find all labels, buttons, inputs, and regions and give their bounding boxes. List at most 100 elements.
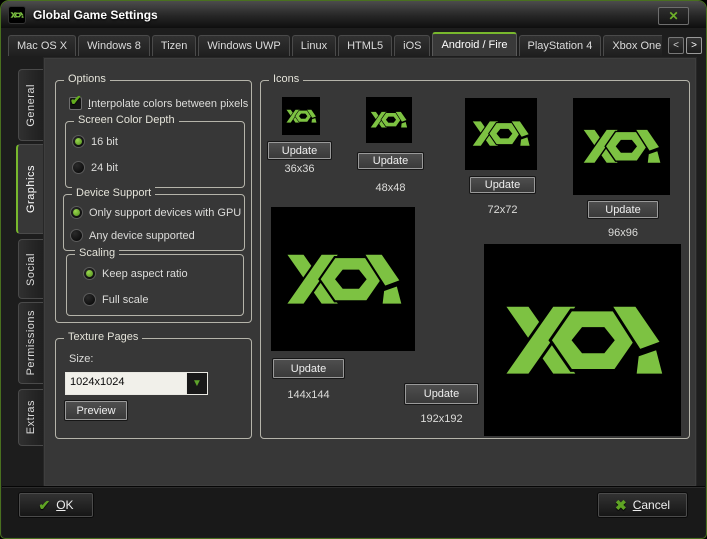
- radio-gpu-only-label: Only support devices with GPU: [89, 207, 241, 219]
- sidetab-permissions[interactable]: Permissions: [18, 302, 43, 384]
- interpolate-colors-checkbox[interactable]: ✔: [69, 97, 82, 110]
- scaling-group: Scaling Keep aspect ratio Full scale: [66, 254, 244, 316]
- window-title: Global Game Settings: [33, 8, 158, 22]
- radio-any-device-circle[interactable]: [70, 229, 83, 242]
- icon-preview-72-gamemaker-logo-icon: [465, 98, 537, 170]
- radio-16-bit[interactable]: 16 bit: [72, 135, 118, 148]
- tab-mac-os-x[interactable]: Mac OS X: [8, 35, 76, 56]
- cancel-button[interactable]: ✖ Cancel: [598, 493, 687, 517]
- tab-playstation-4[interactable]: PlayStation 4: [519, 35, 602, 56]
- texture-pages-title: Texture Pages: [64, 331, 142, 343]
- update-144-button[interactable]: Update: [273, 359, 344, 378]
- texture-size-dropdown[interactable]: 1024x1024 ▼: [65, 372, 208, 395]
- radio-full-scale-circle[interactable]: [83, 293, 96, 306]
- size-96-label: 96x96: [588, 227, 658, 239]
- close-icon: ✕: [668, 10, 678, 22]
- size-192-label: 192x192: [405, 413, 478, 425]
- graphics-settings-panel: Options ✔ Interpolate colors between pix…: [43, 57, 697, 487]
- icon-preview-48-gamemaker-logo-icon: [366, 97, 412, 143]
- chevron-down-icon: ▼: [192, 378, 202, 389]
- sidetab-general-label: General: [25, 84, 37, 127]
- icons-group: Icons Update 36x36 Update 48x48 Upda: [260, 80, 690, 439]
- cancel-button-label: Cancel: [633, 498, 670, 512]
- check-icon: ✔: [70, 92, 82, 109]
- side-tab-bar: General Graphics Social Permissions Extr…: [1, 57, 43, 486]
- tab-scroll-left-button[interactable]: <: [668, 37, 684, 54]
- radio-16-bit-circle[interactable]: [72, 135, 85, 148]
- sidetab-graphics-label: Graphics: [25, 165, 37, 213]
- sidetab-permissions-label: Permissions: [25, 310, 37, 375]
- size-72-label: 72x72: [470, 204, 535, 216]
- sidetab-general[interactable]: General: [18, 69, 43, 141]
- sidetab-social-label: Social: [25, 253, 37, 286]
- icon-preview-192-gamemaker-logo-icon: [484, 244, 681, 436]
- tab-linux[interactable]: Linux: [292, 35, 336, 56]
- tab-html5[interactable]: HTML5: [338, 35, 392, 56]
- tab-android-fire[interactable]: Android / Fire: [432, 32, 516, 56]
- radio-keep-aspect-circle[interactable]: [83, 267, 96, 280]
- tab-windows-8[interactable]: Windows 8: [78, 35, 150, 56]
- icon-preview-144-gamemaker-logo-icon: [271, 207, 415, 351]
- radio-24-bit-label: 24 bit: [91, 162, 118, 174]
- chevron-left-icon: <: [673, 40, 679, 51]
- update-144-label: Update: [291, 363, 326, 375]
- sidetab-social[interactable]: Social: [18, 239, 43, 299]
- preview-button[interactable]: Preview: [65, 401, 127, 420]
- platform-tab-bar: Mac OS X Windows 8 Tizen Windows UWP Lin…: [8, 32, 662, 56]
- icon-preview-36-gamemaker-logo-icon: [282, 97, 320, 135]
- radio-full-scale-label: Full scale: [102, 294, 148, 306]
- footer-bar: ✔ OK ✖ Cancel: [2, 486, 705, 537]
- device-support-title: Device Support: [72, 187, 155, 199]
- tab-xbox-one[interactable]: Xbox One: [603, 35, 662, 56]
- update-72-button[interactable]: Update: [470, 177, 535, 193]
- tab-windows-uwp[interactable]: Windows UWP: [198, 35, 289, 56]
- update-36-button[interactable]: Update: [268, 142, 331, 159]
- radio-any-device[interactable]: Any device supported: [70, 229, 195, 242]
- radio-full-scale[interactable]: Full scale: [83, 293, 148, 306]
- update-36-label: Update: [282, 145, 317, 157]
- ok-button[interactable]: ✔ OK: [19, 493, 93, 517]
- radio-16-bit-label: 16 bit: [91, 136, 118, 148]
- check-icon: ✔: [38, 497, 50, 514]
- radio-keep-aspect[interactable]: Keep aspect ratio: [83, 267, 188, 280]
- sidetab-extras[interactable]: Extras: [18, 389, 43, 446]
- update-192-label: Update: [424, 388, 459, 400]
- radio-24-bit[interactable]: 24 bit: [72, 161, 118, 174]
- tab-ios[interactable]: iOS: [394, 35, 430, 56]
- radio-24-bit-circle[interactable]: [72, 161, 85, 174]
- interpolate-colors-label: Interpolate colors between pixels: [88, 98, 248, 110]
- update-48-label: Update: [373, 155, 408, 167]
- global-game-settings-window: Global Game Settings ✕ Mac OS X Windows …: [0, 0, 707, 539]
- radio-any-device-label: Any device supported: [89, 230, 195, 242]
- radio-gpu-only-circle[interactable]: [70, 206, 83, 219]
- gamemaker-logo-icon: [8, 6, 26, 24]
- texture-size-value: 1024x1024: [66, 373, 186, 394]
- size-label: Size:: [69, 353, 93, 365]
- icons-group-title: Icons: [269, 73, 303, 85]
- update-192-button[interactable]: Update: [405, 384, 478, 404]
- chevron-right-icon: >: [691, 40, 697, 51]
- screen-color-depth-title: Screen Color Depth: [74, 114, 179, 126]
- interpolate-colors-checkbox-row[interactable]: ✔ Interpolate colors between pixels: [69, 97, 248, 110]
- device-support-group: Device Support Only support devices with…: [63, 194, 245, 251]
- options-group-title: Options: [64, 73, 110, 85]
- sidetab-extras-label: Extras: [25, 400, 37, 434]
- ok-button-label: OK: [56, 498, 73, 512]
- close-button[interactable]: ✕: [658, 7, 689, 25]
- radio-gpu-only[interactable]: Only support devices with GPU: [70, 206, 241, 219]
- scaling-title: Scaling: [75, 247, 119, 259]
- texture-pages-group: Texture Pages Size: 1024x1024 ▼ Preview: [55, 338, 252, 439]
- update-72-label: Update: [485, 179, 520, 191]
- tab-scroll-right-button[interactable]: >: [686, 37, 702, 54]
- tab-tizen[interactable]: Tizen: [152, 35, 197, 56]
- update-96-label: Update: [605, 204, 640, 216]
- size-144-label: 144x144: [273, 389, 344, 401]
- title-bar[interactable]: Global Game Settings ✕: [1, 1, 706, 28]
- update-96-button[interactable]: Update: [588, 201, 658, 218]
- options-group: Options ✔ Interpolate colors between pix…: [55, 80, 252, 323]
- size-48-label: 48x48: [358, 182, 423, 194]
- update-48-button[interactable]: Update: [358, 153, 423, 169]
- screen-color-depth-group: Screen Color Depth 16 bit 24 bit: [65, 121, 245, 188]
- dropdown-arrow-button[interactable]: ▼: [186, 373, 207, 394]
- sidetab-graphics[interactable]: Graphics: [16, 144, 43, 234]
